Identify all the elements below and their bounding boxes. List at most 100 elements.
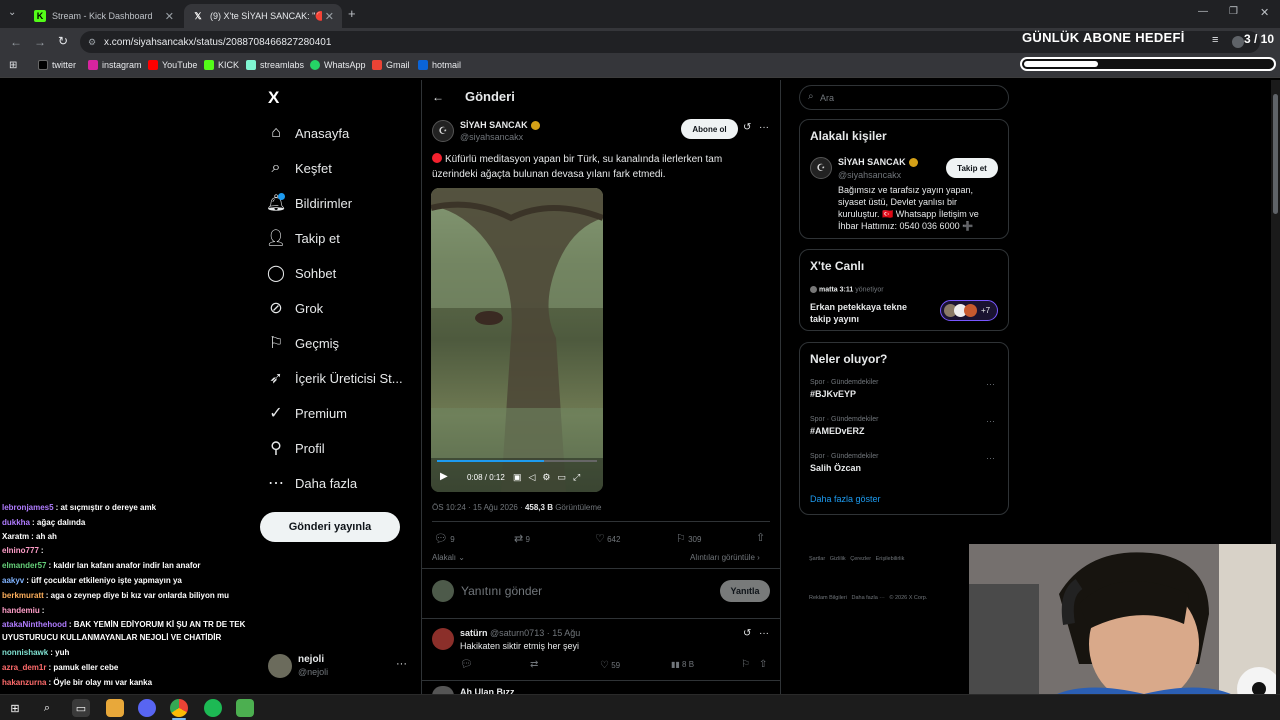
reply-button[interactable]: Yanıtla [720,580,770,602]
nav-item-bell[interactable]: 🔔︎ Bildirimler [266,191,352,215]
scrollbar-thumb[interactable] [1273,94,1278,214]
nav-item-grok[interactable]: ⊘ Grok [266,296,323,320]
back-icon[interactable]: ← [10,35,22,49]
chat-username[interactable]: nonnishawk [2,648,48,657]
minimize-icon[interactable]: — [1198,6,1208,17]
bookmark-streamlabs[interactable]: streamlabs [246,60,304,70]
tweet-video[interactable]: ▶ 0:08 / 0:12 ▣◁⚙▭⤢ [431,188,603,492]
more-icon[interactable]: ··· [759,628,769,639]
obs-icon[interactable] [236,699,254,717]
chat-username[interactable]: azra_dem1r [2,663,46,672]
chat-username[interactable]: hakanzurna [2,678,46,687]
nav-item-premium[interactable]: ✓ Premium [266,401,347,425]
video-controls-icons[interactable]: ▣◁⚙▭⤢ [513,472,587,483]
sort-dropdown[interactable]: Alakalı ⌄ [432,553,465,562]
reply-share-icon[interactable]: ⇧ [759,659,767,670]
nav-item-chat[interactable]: ◯ Sohbet [266,261,336,285]
play-icon[interactable]: ▶ [440,471,448,482]
search-box[interactable]: ⌕ Ara [799,85,1009,110]
like-action[interactable]: ♡ 642 [595,532,620,545]
chat-username[interactable]: berkmuratt [2,591,44,600]
nav-item-home[interactable]: ⌂ Anasayfa [266,121,349,145]
nav-item-bookmark[interactable]: ⚐ Geçmiş [266,331,339,355]
trend-item[interactable]: Spor · Gündemdekiler Salih Özcan ··· [810,453,1000,483]
chrome-icon[interactable] [170,699,188,717]
bookmark-kick[interactable]: KICK [204,60,239,70]
chat-username[interactable]: dukkha [2,518,30,527]
reply-like[interactable]: ♡ 59 [600,660,620,671]
site-info-icon[interactable]: ⚙ [88,37,96,48]
close-tab-icon[interactable]: ✕ [165,10,174,23]
forward-icon[interactable]: → [34,35,46,49]
trend-item[interactable]: Spor · Gündemdekiler #AMEDvERZ ··· [810,416,1000,446]
repost-action[interactable]: ⇄ 9 [514,532,530,545]
grok-icon[interactable]: ↺ [743,628,751,639]
post-button[interactable]: Gönderi yayınla [260,512,400,542]
reply-repost-icon[interactable]: ⇄ [530,659,538,670]
more-icon[interactable]: ··· [986,379,995,389]
bookmark-youtube[interactable]: YouTube [148,60,197,70]
subscribe-button[interactable]: Abone ol [681,119,738,139]
spotify-icon[interactable] [204,699,222,717]
back-arrow-icon[interactable]: ← [432,90,444,104]
new-tab-button[interactable]: + [348,6,356,21]
chat-username[interactable]: elmander57 [2,561,46,570]
reply-views[interactable]: ▮▮ 8 B [671,660,694,669]
trend-item[interactable]: Spor · Gündemdekiler #BJKvEYP ··· [810,379,1000,409]
related-avatar[interactable]: ☪ [810,157,832,179]
apps-icon[interactable]: ⊞ [9,60,17,71]
search-icon[interactable]: ⌕ [38,699,56,717]
reload-icon[interactable]: ↻ [58,34,68,48]
bookmark-twitter[interactable]: twitter [38,60,76,70]
reply-reply-icon[interactable]: 💬︎ [460,659,473,670]
chat-username[interactable]: lebronjames5 [2,503,54,512]
reply-action[interactable]: 💬︎ 9 [434,532,455,545]
restore-icon[interactable]: ❐ [1229,6,1238,17]
start-icon[interactable]: ⊞ [6,699,24,717]
discord-icon[interactable] [138,699,156,717]
nav-item-search[interactable]: ⌕ Keşfet [266,156,332,180]
close-tab-icon[interactable]: ✕ [325,10,334,23]
chat-username[interactable]: Xaratm [2,532,29,541]
reply-bookmark-icon[interactable]: ⚐ [741,659,750,670]
follow-button[interactable]: Takip et [946,158,998,178]
profile-avatar[interactable] [1232,36,1244,48]
x-logo[interactable]: X [268,88,279,108]
bookmark-action[interactable]: ⚐ 309 [676,532,701,545]
view-quotes-link[interactable]: Alıntıları görüntüle › [690,553,760,562]
nav-item-rocket[interactable]: ➶ İçerik Üreticisi St... [266,366,402,390]
next-reply-name[interactable]: Ah Ulan Bızz [460,687,515,694]
reply-author-name[interactable]: satürn [460,628,488,638]
account-switcher[interactable]: nejoli @nejoli ··· [266,652,410,682]
tab-list-icon[interactable]: ⌄ [8,7,16,18]
taskview-icon[interactable]: ▭ [72,699,90,717]
author-avatar[interactable]: ☪ [432,120,454,142]
more-icon[interactable]: ··· [986,453,995,463]
footer-links[interactable]: Şartlar Gizlilik Çerezler Erişilebilirli… [809,527,927,618]
related-name[interactable]: SİYAH SANCAK [838,157,918,168]
video-progress-track[interactable] [437,460,597,462]
chat-username[interactable]: atakaNinthehood [2,620,67,629]
chat-username[interactable]: aakyv [2,576,24,585]
menu-icon[interactable]: ≡ [1212,34,1218,46]
grok-icon[interactable]: ↺ [743,122,751,133]
bookmark-instagram[interactable]: instagram [88,60,142,70]
nav-item-person[interactable]: ⚲ Profil [266,436,324,460]
bookmark-gmail[interactable]: Gmail [372,60,410,70]
live-listeners[interactable]: +7 [940,300,998,321]
bookmark-hotmail[interactable]: hotmail [418,60,461,70]
show-more-link[interactable]: Daha fazla göster [810,494,881,504]
reply-input[interactable]: Yanıtını gönder [461,584,542,598]
more-icon[interactable]: ··· [759,122,769,133]
tab-kick-dashboard[interactable]: K Stream - Kick Dashboard ✕ [26,4,182,28]
share-icon[interactable]: ⇧ [756,531,765,544]
live-text[interactable]: Erkan petekkaya tekne takip yayını [810,301,920,325]
author-handle[interactable]: @siyahsancakx [460,132,523,142]
reply-avatar[interactable] [432,628,454,650]
bookmark-whatsapp[interactable]: WhatsApp [310,60,366,70]
chat-username[interactable]: handemiu [2,606,40,615]
close-window-icon[interactable]: ✕ [1260,6,1269,19]
author-name[interactable]: SİYAH SANCAK [460,120,540,131]
chat-username[interactable]: elnino777 [2,546,39,555]
nav-item-follow[interactable]: 👤︎ Takip et [266,226,340,250]
